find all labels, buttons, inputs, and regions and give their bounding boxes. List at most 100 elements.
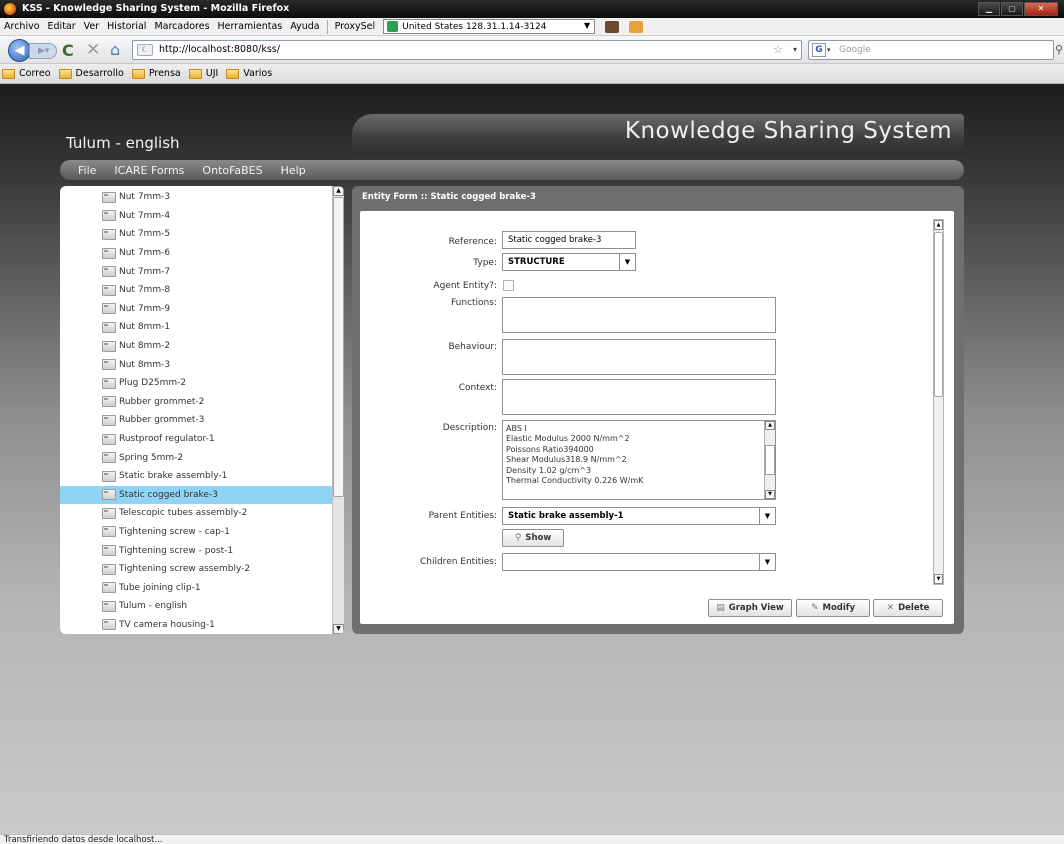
tree-item[interactable]: Nut 8mm-3 <box>60 355 332 374</box>
scroll-down-icon[interactable]: ▼ <box>765 490 775 499</box>
modify-button[interactable]: ✎ Modify <box>796 599 870 617</box>
tree-item[interactable]: Tightening screw - post-1 <box>60 541 332 560</box>
context-label: Context: <box>458 383 497 393</box>
tree-item[interactable]: Spring 5mm-2 <box>60 448 332 467</box>
tree-item[interactable]: Tube joining clip-1 <box>60 578 332 597</box>
tree-item[interactable]: Tulum - english <box>60 597 332 616</box>
show-button[interactable]: ⚲ Show <box>502 529 564 547</box>
tree-item[interactable]: Nut 8mm-1 <box>60 318 332 337</box>
children-entities-select[interactable]: ▼ <box>502 553 776 571</box>
tree-item[interactable]: Nut 7mm-4 <box>60 207 332 226</box>
minimize-button[interactable]: ▁ <box>978 2 1000 16</box>
description-field[interactable]: ABS I Elastic Modulus 2000 N/mm^2 Poisso… <box>502 420 776 500</box>
url-dropdown-icon[interactable]: ▾ <box>793 41 797 59</box>
bookmark-desarrollo[interactable]: Desarrollo <box>58 68 124 79</box>
bookmark-uji[interactable]: UJI <box>188 68 218 79</box>
tree-item-label: Tulum - english <box>119 601 188 612</box>
status-text: Transfiriendo datos desde localhost... <box>4 835 163 844</box>
reference-input[interactable]: Static cogged brake-3 <box>502 231 636 249</box>
behaviour-label: Behaviour: <box>448 342 497 352</box>
menu-historial[interactable]: Historial <box>103 21 150 32</box>
tree-item[interactable]: Static cogged brake-3 <box>60 485 332 505</box>
entity-folder-icon <box>102 284 116 296</box>
menu-archivo[interactable]: Archivo <box>0 21 44 32</box>
bookmark-varios[interactable]: Varios <box>226 68 272 79</box>
scroll-up-icon[interactable]: ▲ <box>333 186 344 196</box>
home-icon[interactable]: ⌂ <box>110 40 120 59</box>
tree-item[interactable]: Nut 7mm-5 <box>60 225 332 244</box>
scroll-down-icon[interactable]: ▼ <box>333 624 344 634</box>
menu-ver[interactable]: Ver <box>80 21 104 32</box>
type-select[interactable]: STRUCTURE ▼ <box>502 253 636 271</box>
context-field[interactable] <box>502 379 776 415</box>
folder-icon <box>188 68 202 79</box>
children-entities-label: Children Entities: <box>419 557 497 567</box>
scroll-up-icon[interactable]: ▲ <box>934 220 943 230</box>
form-scrollbar[interactable]: ▲ ▼ <box>933 219 944 585</box>
tree-item[interactable]: Plug D25mm-2 <box>60 374 332 393</box>
bookmark-correo[interactable]: Correo <box>2 68 51 79</box>
menu-editar[interactable]: Editar <box>44 21 80 32</box>
tree-item-label: Tightening screw - cap-1 <box>119 526 230 537</box>
tree-item[interactable]: Rubber grommet-3 <box>60 411 332 430</box>
scrollbar-thumb[interactable] <box>934 232 943 397</box>
graph-view-button[interactable]: ▤ Graph View <box>708 599 792 617</box>
bookmark-star-icon[interactable]: ☆ <box>773 41 783 59</box>
description-scrollbar[interactable]: ▲ ▼ <box>764 421 775 499</box>
delete-button[interactable]: ✕ Delete <box>873 599 943 617</box>
url-bar[interactable]: ☾ http://localhost:8080/kss/ ☆ ▾ <box>132 40 802 60</box>
menu-herramientas[interactable]: Herramientas <box>214 21 287 32</box>
tree-item[interactable]: Nut 7mm-6 <box>60 244 332 263</box>
chevron-down-icon: ▼ <box>584 21 591 30</box>
tree-item[interactable]: Telescopic tubes assembly-2 <box>60 504 332 523</box>
tree-item-label: Nut 7mm-7 <box>119 266 171 277</box>
addon-smiley-icon[interactable] <box>629 20 644 33</box>
scroll-down-icon[interactable]: ▼ <box>934 574 943 584</box>
site-identity-icon[interactable]: ☾ <box>137 44 153 56</box>
app-menu-icare-forms[interactable]: ICARE Forms <box>114 164 184 177</box>
search-engine-dropdown-icon[interactable]: ▾ <box>827 41 831 59</box>
entity-folder-icon <box>102 340 116 352</box>
tree-item[interactable]: Tightening screw assembly-2 <box>60 560 332 579</box>
tree-item-label: Nut 7mm-6 <box>119 248 171 259</box>
google-icon[interactable]: G <box>812 43 826 57</box>
tree-item-label: Nut 7mm-8 <box>119 285 171 296</box>
scrollbar-thumb[interactable] <box>765 445 775 475</box>
maximize-button[interactable]: ▢ <box>1001 2 1023 16</box>
app-menu-file[interactable]: File <box>78 164 96 177</box>
tree-item[interactable]: Nut 7mm-9 <box>60 300 332 319</box>
proxy-select[interactable]: United States 128.31.1.14-3124 ▼ <box>383 19 596 34</box>
menu-marcadores[interactable]: Marcadores <box>150 21 213 32</box>
scrollbar-thumb[interactable] <box>333 197 344 497</box>
modify-label: Modify <box>822 603 856 613</box>
behaviour-field[interactable] <box>502 339 776 375</box>
agent-entity-checkbox[interactable] <box>503 280 514 291</box>
tree-item[interactable]: Nut 7mm-3 <box>60 188 332 207</box>
tree-item[interactable]: Nut 7mm-8 <box>60 281 332 300</box>
app-menu-help[interactable]: Help <box>281 164 306 177</box>
window-title: KSS - Knowledge Sharing System - Mozilla… <box>22 3 290 14</box>
tree-item[interactable]: Rustproof regulator-1 <box>60 430 332 449</box>
reload-icon[interactable]: C <box>62 41 74 60</box>
tree-item[interactable]: Rubber grommet-2 <box>60 393 332 412</box>
tree-item[interactable]: TV camera housing-1 <box>60 616 332 634</box>
close-window-button[interactable]: ✕ <box>1024 2 1058 16</box>
search-icon[interactable]: ⚲ <box>1055 43 1063 56</box>
tree-item[interactable]: Tightening screw - cap-1 <box>60 523 332 542</box>
back-button[interactable]: ◀ <box>8 39 31 62</box>
tree-item[interactable]: Nut 7mm-7 <box>60 262 332 281</box>
functions-field[interactable] <box>502 297 776 333</box>
proxysel-label[interactable]: ProxySel <box>331 21 380 32</box>
parent-entities-select[interactable]: Static brake assembly-1 ▼ <box>502 507 776 525</box>
tree-item[interactable]: Static brake assembly-1 <box>60 467 332 486</box>
stop-icon[interactable]: ✕ <box>86 40 100 60</box>
addon-icon[interactable] <box>605 20 620 33</box>
scroll-up-icon[interactable]: ▲ <box>765 421 775 430</box>
tree-item[interactable]: Nut 8mm-2 <box>60 337 332 356</box>
search-box[interactable]: G ▾ Google <box>808 40 1054 60</box>
forward-button[interactable]: ▶▾ <box>29 43 57 59</box>
menu-ayuda[interactable]: Ayuda <box>286 21 323 32</box>
tree-scrollbar[interactable]: ▲ ▼ <box>332 186 344 634</box>
app-menu-ontofabes[interactable]: OntoFaBES <box>202 164 262 177</box>
bookmark-prensa[interactable]: Prensa <box>131 68 181 79</box>
